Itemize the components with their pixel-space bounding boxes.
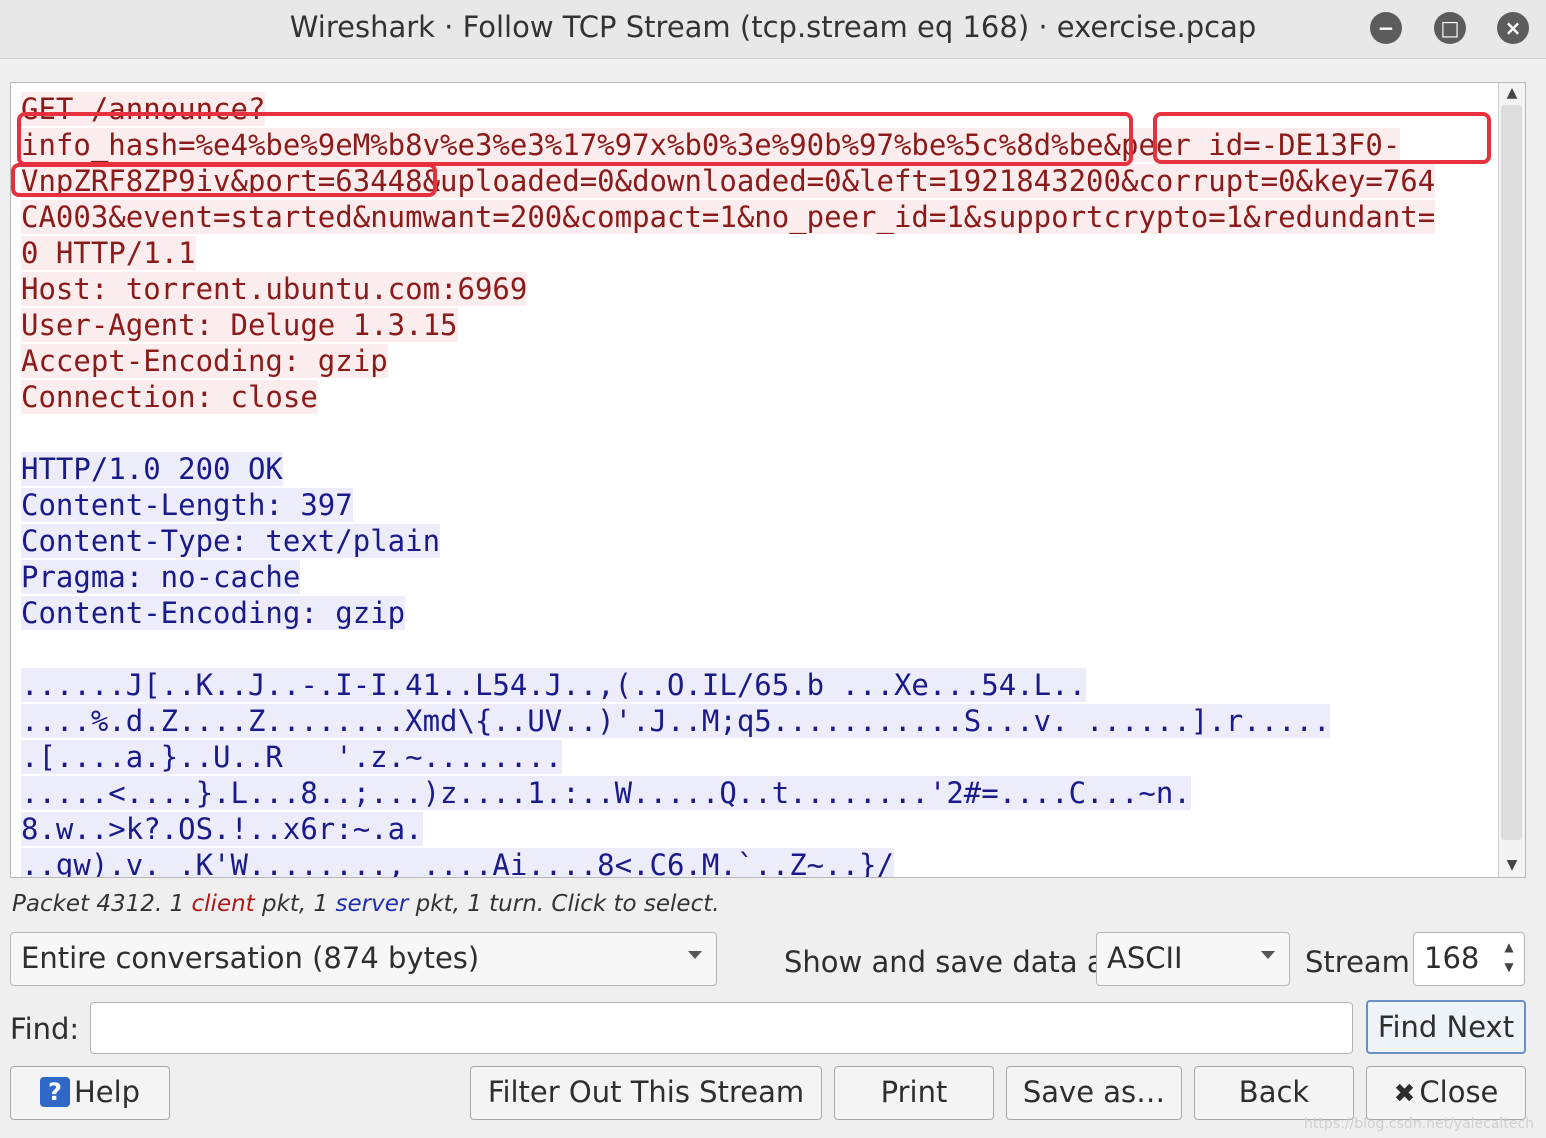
server-line: .....<....}.L...8..;...)z....1.:..W.....… (21, 776, 1191, 810)
server-line: Content-Type: text/plain (21, 524, 441, 558)
scroll-up-icon[interactable]: ▲ (1499, 85, 1525, 101)
minimize-icon[interactable]: − (1370, 12, 1402, 44)
client-line: 0 HTTP/1.1 (21, 236, 196, 270)
peer-id-port-highlight-box (11, 163, 437, 197)
show-save-label: Show and save data as (784, 945, 1120, 979)
stream-text[interactable]: GET /announce? info_hash=%e4%be%9eM%b8v%… (21, 91, 1491, 877)
help-button[interactable]: ? Help (10, 1066, 170, 1120)
spin-arrows-icon[interactable]: ▲ ▼ (1498, 937, 1520, 977)
server-label: server (335, 891, 409, 917)
server-line: Content-Encoding: gzip (21, 596, 406, 630)
peer-id-highlight-box (1153, 112, 1491, 164)
find-next-button[interactable]: Find Next (1366, 1000, 1526, 1054)
server-line: .[....a.}..U..R '.z.~........ (21, 740, 563, 774)
filter-out-stream-button[interactable]: Filter Out This Stream (470, 1066, 822, 1120)
client-line: User-Agent: Deluge 1.3.15 (21, 308, 458, 342)
print-button[interactable]: Print (834, 1066, 994, 1120)
client-line: Host: torrent.ubuntu.com:6969 (21, 272, 528, 306)
vertical-scrollbar[interactable]: ▲ ▼ (1498, 83, 1525, 877)
server-line: ..gw).v. .K'W........, ....Ai....8<.C6.M… (21, 847, 1491, 877)
scrollbar-thumb[interactable] (1501, 105, 1522, 840)
window-title: Wireshark · Follow TCP Stream (tcp.strea… (289, 10, 1257, 44)
client-line: CA003&event=started&numwant=200&compact=… (21, 200, 1436, 234)
format-select[interactable]: ASCII (1096, 932, 1290, 986)
close-button[interactable]: ✖ Close (1366, 1066, 1526, 1120)
server-line: HTTP/1.0 200 OK (21, 452, 283, 486)
stream-spinbox[interactable]: 168 ▲ ▼ (1413, 932, 1525, 986)
question-icon: ? (39, 1077, 70, 1107)
title-bar: Wireshark · Follow TCP Stream (tcp.strea… (0, 0, 1546, 59)
save-as-button[interactable]: Save as… (1006, 1066, 1182, 1120)
maximize-icon[interactable]: □ (1434, 12, 1466, 44)
chevron-down-icon (1261, 951, 1275, 959)
info-hash-highlight-box (17, 112, 1133, 166)
server-line: 8.w..>k?.OS.!..x6r:~.a. (21, 812, 423, 846)
find-input[interactable] (90, 1002, 1353, 1054)
chevron-down-icon (688, 951, 702, 959)
find-label: Find: (10, 1012, 80, 1046)
watermark: https://blog.csdn.net/yalecaltech (1304, 1116, 1534, 1132)
server-line: Pragma: no-cache (21, 560, 301, 594)
conversation-select[interactable]: Entire conversation (874 bytes) (10, 932, 717, 986)
server-line: ....%.d.Z....Z........Xmd\{..UV..)'.J..M… (21, 704, 1331, 738)
packet-status-line[interactable]: Packet 4312. 1 client pkt, 1 server pkt,… (12, 891, 720, 917)
server-line: Content-Length: 397 (21, 488, 353, 522)
client-label: client (191, 891, 255, 917)
client-line: Connection: close (21, 380, 318, 414)
scroll-down-icon[interactable]: ▼ (1499, 857, 1525, 873)
client-line: Accept-Encoding: gzip (21, 344, 388, 378)
server-line: ......J[..K..J..-.I-I.41..L54.J..,(..O.I… (21, 668, 1087, 702)
close-window-icon[interactable]: × (1497, 12, 1529, 44)
stream-label: Stream (1305, 945, 1410, 979)
stream-content-pane[interactable]: GET /announce? info_hash=%e4%be%9eM%b8v%… (10, 82, 1526, 878)
close-x-icon: ✖ (1393, 1079, 1416, 1109)
back-button[interactable]: Back (1194, 1066, 1354, 1120)
